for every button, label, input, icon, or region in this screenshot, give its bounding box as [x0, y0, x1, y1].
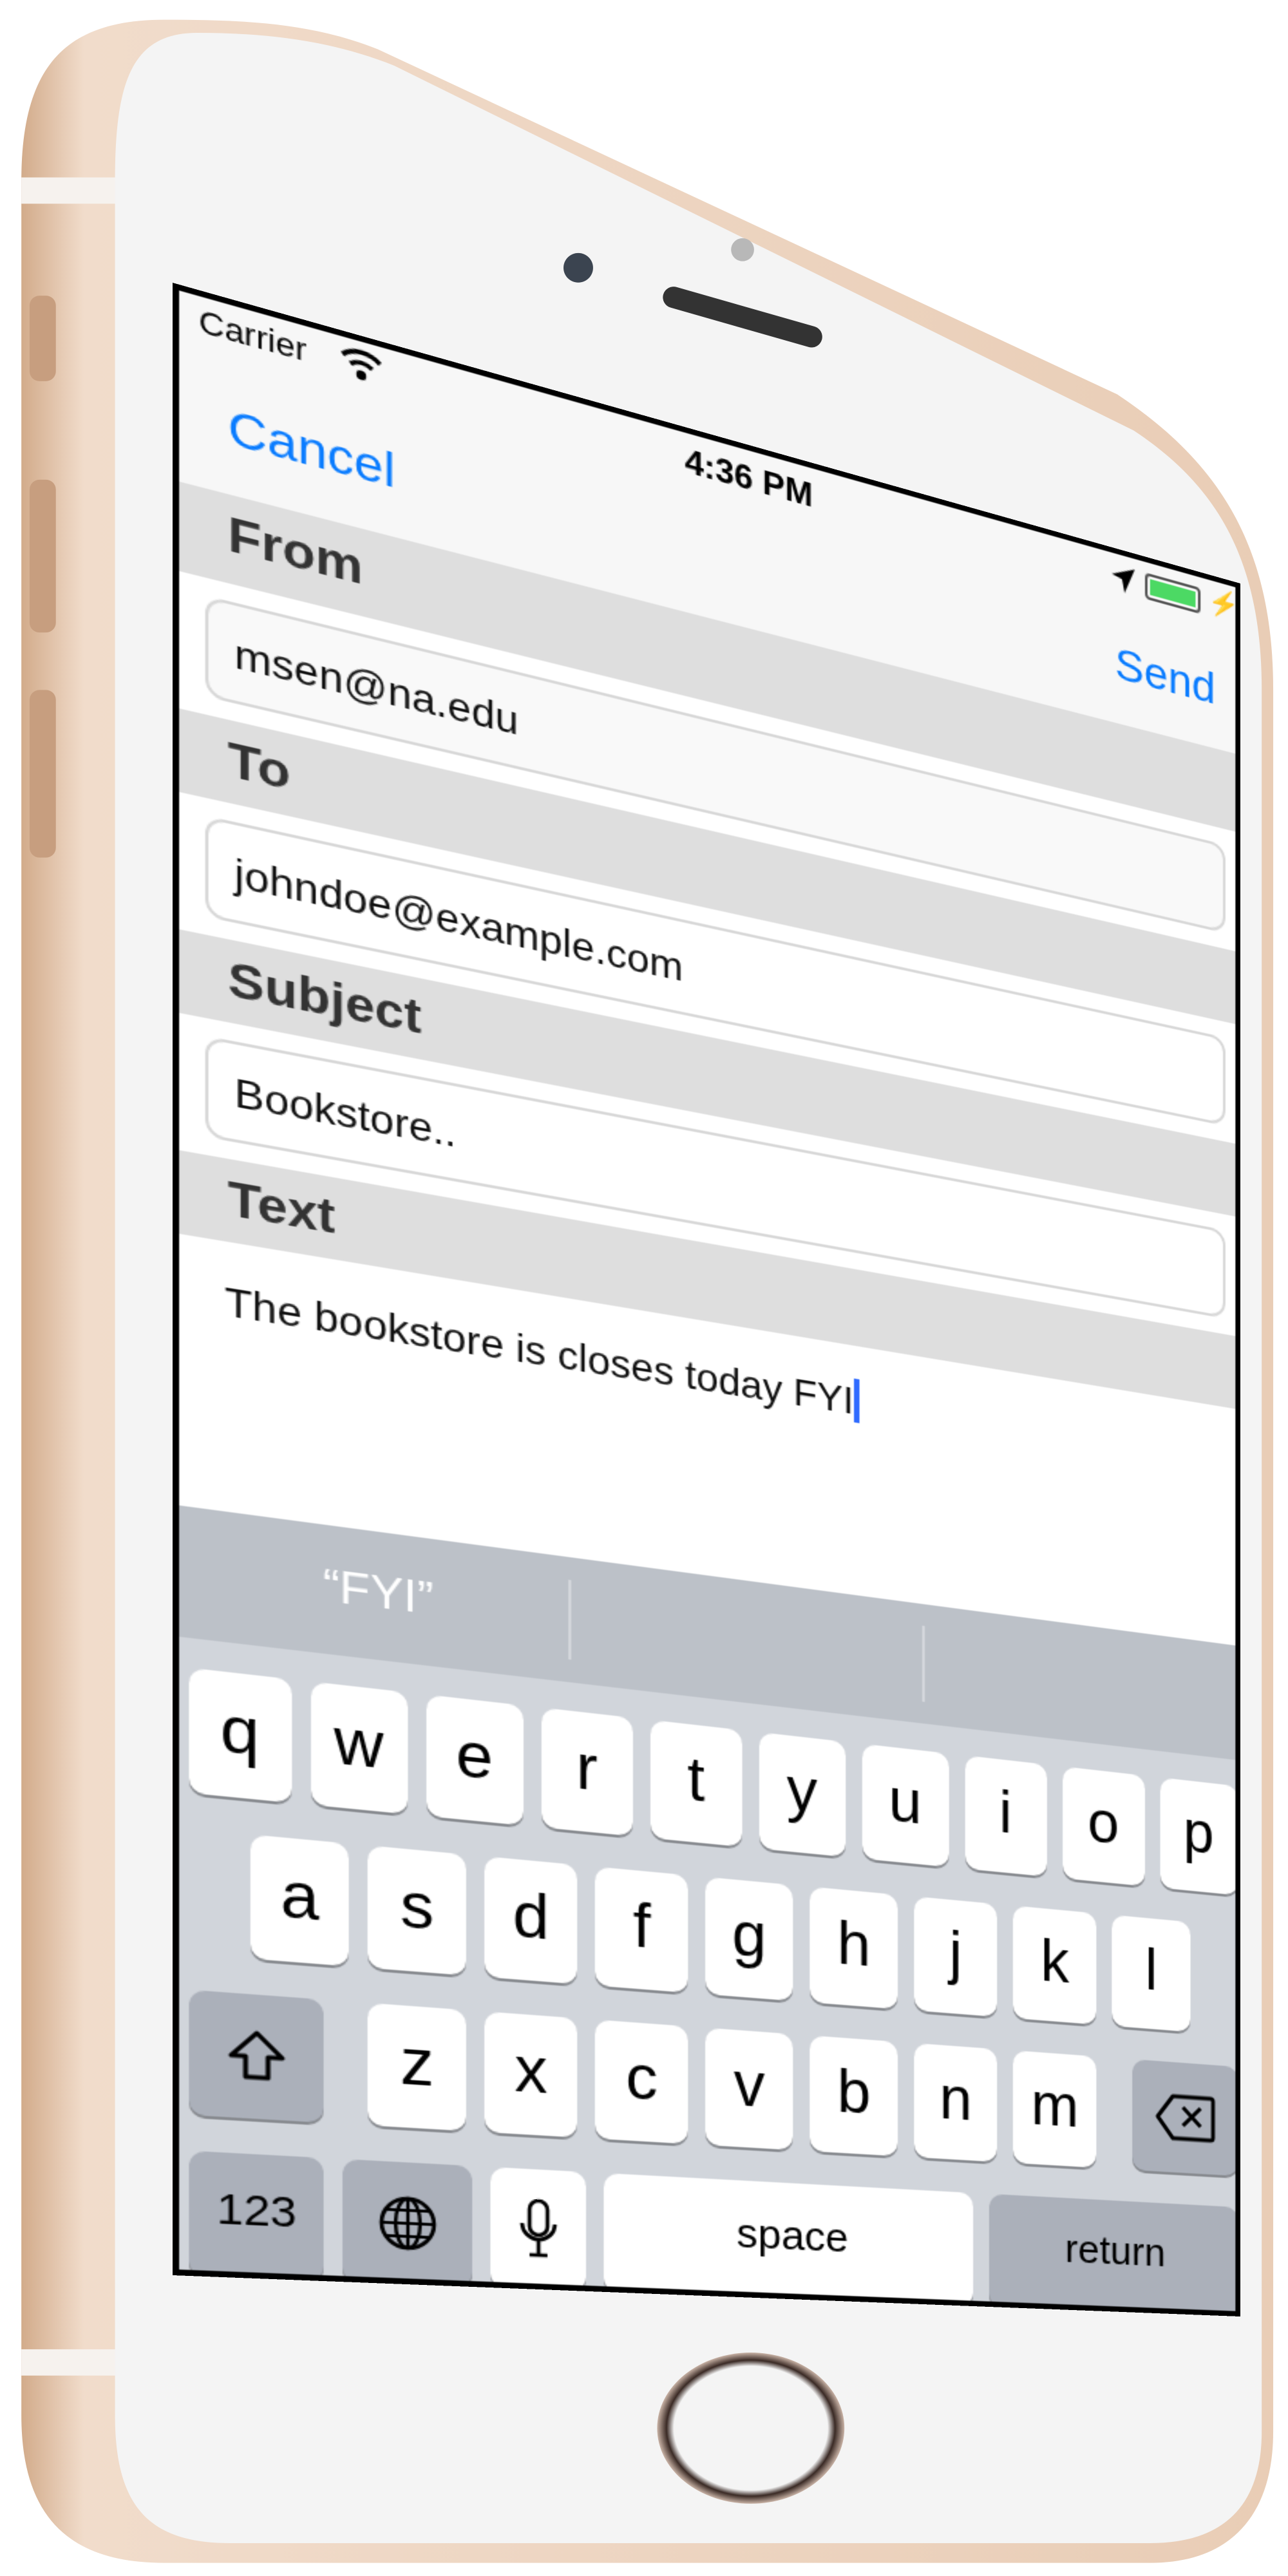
key-v[interactable]: v: [705, 2027, 793, 2150]
key-k[interactable]: k: [1014, 1906, 1096, 2025]
send-button[interactable]: Send: [1115, 638, 1216, 717]
dictation-key[interactable]: [491, 2167, 586, 2291]
globe-icon: [377, 2193, 439, 2254]
key-j[interactable]: j: [913, 1897, 998, 2017]
volume-down-button: [30, 690, 56, 857]
key-l[interactable]: l: [1111, 1915, 1191, 2032]
key-e[interactable]: e: [426, 1694, 522, 1825]
key-z[interactable]: z: [368, 2003, 466, 2131]
key-m[interactable]: m: [1014, 2050, 1096, 2168]
key-h[interactable]: h: [810, 1887, 897, 2009]
key-y[interactable]: y: [758, 1732, 846, 1857]
key-s[interactable]: s: [368, 1846, 466, 1976]
key-r[interactable]: r: [540, 1707, 633, 1836]
key-d[interactable]: d: [484, 1856, 578, 1984]
key-n[interactable]: n: [913, 2043, 998, 2162]
shift-key[interactable]: [189, 1990, 323, 2123]
key-x[interactable]: x: [484, 2011, 578, 2137]
space-key[interactable]: space: [603, 2173, 973, 2306]
delete-icon: [1155, 2092, 1216, 2143]
cancel-button[interactable]: Cancel: [228, 399, 395, 502]
microphone-icon: [518, 2197, 560, 2262]
text-label: Text: [228, 1171, 336, 1248]
key-q[interactable]: q: [189, 1668, 290, 1803]
text-cursor: [854, 1378, 860, 1423]
front-camera: [564, 253, 593, 283]
return-key[interactable]: return: [989, 2194, 1238, 2316]
numbers-key[interactable]: 123: [189, 2151, 323, 2282]
phone-screen: Carrier 4:36 PM ⚡ Cancel Send From msen@…: [173, 283, 1240, 2316]
key-p[interactable]: p: [1159, 1777, 1238, 1895]
volume-up-button: [30, 480, 56, 632]
home-button: [657, 2353, 844, 2504]
mute-switch: [30, 296, 56, 381]
key-o[interactable]: o: [1063, 1766, 1144, 1886]
key-w[interactable]: w: [309, 1681, 408, 1815]
key-b[interactable]: b: [810, 2036, 897, 2157]
to-label: To: [228, 732, 290, 805]
key-i[interactable]: i: [964, 1756, 1047, 1877]
delete-key[interactable]: [1132, 2059, 1238, 2176]
key-u[interactable]: u: [862, 1744, 948, 1867]
shift-icon: [225, 2025, 289, 2088]
location-arrow-icon: [1112, 563, 1135, 603]
key-t[interactable]: t: [650, 1720, 741, 1847]
globe-key[interactable]: [343, 2159, 472, 2287]
key-f[interactable]: f: [596, 1866, 687, 1993]
key-a[interactable]: a: [250, 1834, 350, 1966]
key-g[interactable]: g: [705, 1877, 793, 2001]
proximity-sensor: [731, 238, 754, 261]
key-c[interactable]: c: [596, 2020, 687, 2144]
